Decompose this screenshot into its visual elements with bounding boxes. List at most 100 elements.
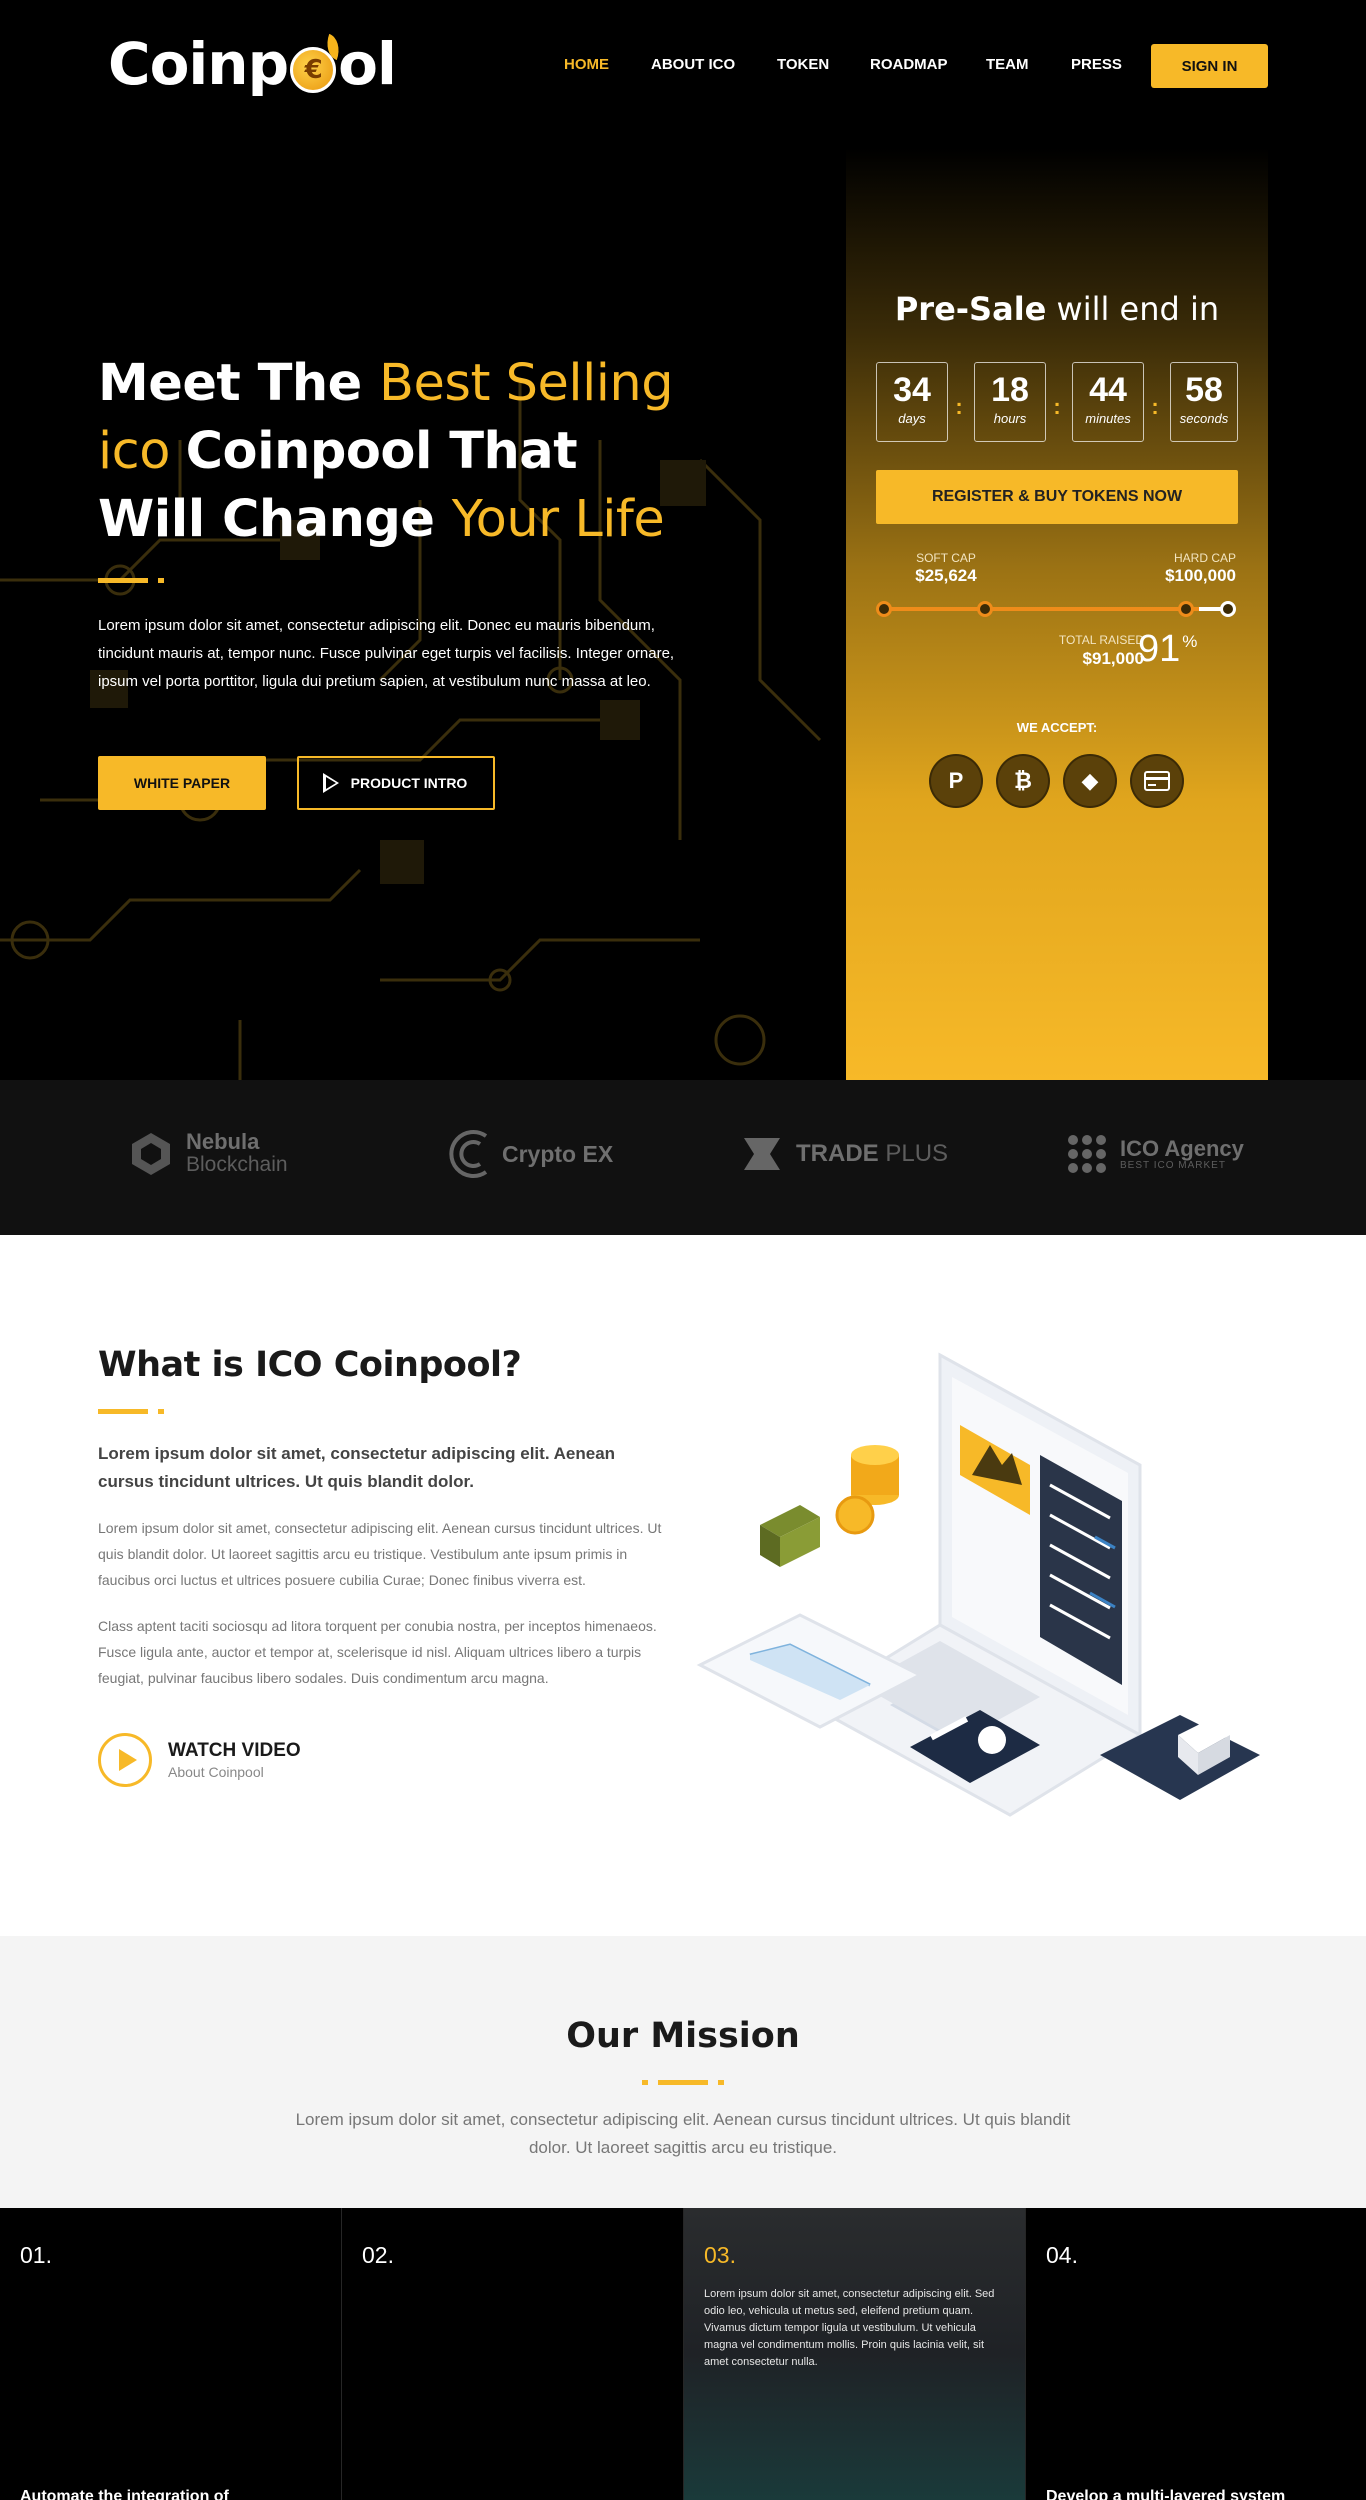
partner-trade-plus[interactable]: TRADE PLUS <box>740 1124 948 1184</box>
watch-video-subtitle: About Coinpool <box>168 1764 264 1780</box>
countdown-value: 34 <box>893 371 931 409</box>
raised-percent-value: 91 <box>1138 628 1181 670</box>
step-card-04[interactable]: 04. Develop a multi-layered system <box>1026 2208 1366 2500</box>
countdown-unit: days <box>898 411 926 426</box>
soft-cap-label: SOFT CAP <box>916 551 976 565</box>
mission-section: Our Mission Lorem ipsum dolor sit amet, … <box>0 1936 1366 2208</box>
trade-plus-logo-icon <box>744 1138 780 1170</box>
presale-panel: Pre-Sale will end in 34 days : 18 hours : … <box>846 148 1268 1080</box>
nebula-logo-icon <box>132 1133 170 1175</box>
partner-ico-agency[interactable]: ICO Agency BEST ICO MARKET <box>1066 1124 1244 1184</box>
partner-name: ICO Agency <box>1120 1135 1244 1161</box>
nav-press[interactable]: PRESS <box>1071 56 1122 73</box>
progress-marker-current <box>1178 601 1194 617</box>
presale-title-bold: Pre-Sale <box>894 290 1047 328</box>
about-strong-text: Lorem ipsum dolor sit amet, consectetur … <box>98 1444 616 1491</box>
credit-card-icon <box>1130 754 1184 808</box>
paypal-icon: P <box>929 754 983 808</box>
countdown-unit: minutes <box>1085 411 1131 426</box>
play-outline-icon <box>322 773 339 793</box>
sign-in-button[interactable]: SIGN IN <box>1151 44 1268 88</box>
logo-text-left: Coinp <box>108 30 289 98</box>
product-intro-button[interactable]: PRODUCT INTRO <box>297 756 495 810</box>
watch-video-title: WATCH VIDEO <box>168 1740 301 1761</box>
partner-name: Crypto EX <box>502 1141 614 1167</box>
hero-lead-text: Lorem ipsum dolor sit amet, consectetur … <box>98 617 675 690</box>
we-accept-label: WE ACCEPT: <box>1016 720 1098 735</box>
watch-video-link[interactable]: WATCH VIDEO About Coinpool <box>98 1733 301 1787</box>
hero-title-part: Coinpool That <box>185 422 578 481</box>
countdown-separator: : <box>955 394 963 419</box>
total-raised-value: $91,000 <box>1082 649 1144 668</box>
mission-title: Our Mission <box>566 2016 800 2056</box>
countdown-unit: hours <box>993 411 1027 426</box>
coin-icon: € <box>290 47 337 93</box>
partner-crypto-ex[interactable]: Crypto EX <box>448 1124 613 1184</box>
mission-steps: 01. Automate the integration of 02. 03. … <box>0 2208 1366 2500</box>
step-card-02[interactable]: 02. <box>342 2208 684 2500</box>
partner-nebula[interactable]: Nebula Blockchain <box>128 1124 288 1184</box>
countdown-days: 34 days <box>876 362 948 442</box>
step-card-03[interactable]: 03. Lorem ipsum dolor sit amet, consecte… <box>684 2208 1026 2500</box>
partner-sub: BEST ICO MARKET <box>1120 1159 1226 1171</box>
countdown-value: 58 <box>1185 371 1223 409</box>
white-paper-button[interactable]: WHITE PAPER <box>98 756 266 810</box>
step-number: 04. <box>1046 2242 1078 2268</box>
logo-text-right: ol <box>338 30 397 98</box>
hard-cap-label: HARD CAP <box>1173 551 1236 565</box>
step-number: 01. <box>20 2242 52 2268</box>
coinpool-logo[interactable]: Coinp € ol <box>108 30 397 98</box>
countdown-separator: : <box>1053 394 1061 419</box>
step-title: Develop a multi-layered system <box>1046 2488 1286 2500</box>
bitcoin-icon: ₿ <box>996 754 1050 808</box>
countdown-minutes: 44 minutes <box>1072 362 1144 442</box>
raised-percent-sign: % <box>1182 632 1198 651</box>
about-title: What is ICO Coinpool? <box>98 1345 522 1385</box>
crypto-ex-logo-icon <box>449 1130 488 1178</box>
nav-about-ico[interactable]: ABOUT ICO <box>651 56 735 73</box>
progress-marker-soft-cap <box>977 601 993 617</box>
ico-agency-logo-icon <box>1068 1135 1106 1173</box>
laptop-illustration <box>696 1352 1260 1817</box>
logo-coin-glyph: € <box>304 55 323 85</box>
mission-text: Lorem ipsum dolor sit amet, consectetur … <box>295 2110 1071 2157</box>
ethereum-icon: ◆ <box>1063 754 1117 808</box>
countdown-hours: 18 hours <box>974 362 1046 442</box>
partner-name: Nebula <box>186 1129 260 1154</box>
presale-title-rest: will end in <box>1046 290 1220 328</box>
progress-marker <box>876 601 892 617</box>
step-body: Lorem ipsum dolor sit amet, consectetur … <box>704 2288 995 2368</box>
register-buy-tokens-button[interactable]: REGISTER & BUY TOKENS NOW <box>876 470 1238 524</box>
hard-cap-value: $100,000 <box>1165 566 1236 585</box>
page: Coinp € ol HOME ABOUT ICO TOKEN ROADMAP TE… <box>0 0 1366 2500</box>
countdown-value: 44 <box>1089 371 1127 409</box>
nav-roadmap[interactable]: ROADMAP <box>870 56 948 73</box>
progress-marker-hard-cap <box>1220 601 1236 617</box>
partner-sub: Blockchain <box>186 1153 288 1176</box>
nav-home[interactable]: HOME <box>564 56 609 73</box>
step-card-01[interactable]: 01. Automate the integration of <box>0 2208 342 2500</box>
product-intro-label: PRODUCT INTRO <box>350 775 468 791</box>
hero-title-highlight: Your Life <box>451 490 665 549</box>
about-title-underline <box>98 1409 164 1414</box>
play-circle-icon <box>98 1733 152 1787</box>
countdown-value: 18 <box>991 371 1029 409</box>
nav-token[interactable]: TOKEN <box>777 56 829 73</box>
about-section: What is ICO Coinpool? Lorem ipsum dolor … <box>0 1235 1366 1936</box>
title-underline-decoration <box>98 578 164 583</box>
hero-title: Meet The Best Selling ico Coinpool That … <box>98 350 738 554</box>
nav-team[interactable]: TEAM <box>986 56 1029 73</box>
raised-percent: 91% <box>1138 628 1198 671</box>
soft-cap-value: $25,624 <box>915 566 977 585</box>
about-paragraph-2: Class aptent taciti sociosqu ad litora t… <box>98 1618 657 1686</box>
about-paragraph-1: Lorem ipsum dolor sit amet, consectetur … <box>98 1520 662 1588</box>
partners-strip: Nebula Blockchain Crypto EX TRADE PLUS IC… <box>0 1080 1366 1235</box>
partner-name: TRADE <box>796 1140 879 1167</box>
hero-title-part: Meet The <box>98 354 380 413</box>
step-number: 02. <box>362 2242 394 2268</box>
sale-progress-fill <box>884 607 1199 611</box>
countdown-seconds: 58 seconds <box>1170 362 1238 442</box>
countdown-separator: : <box>1151 394 1159 419</box>
hero-title-highlight: ico <box>98 422 186 481</box>
presale-title: Pre-Sale will end in <box>846 290 1268 328</box>
